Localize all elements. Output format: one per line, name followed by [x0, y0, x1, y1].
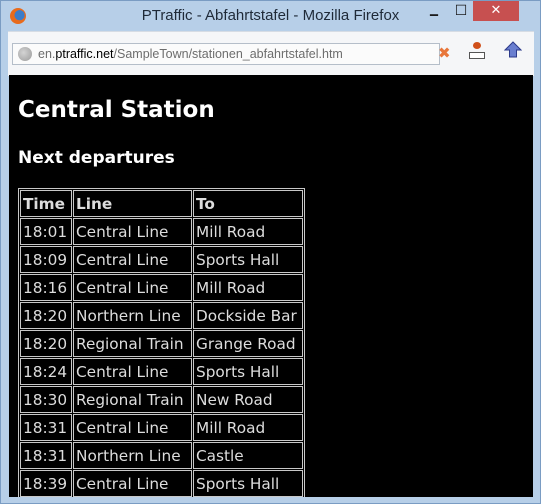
cell-time: 18:39 [20, 470, 72, 497]
table-row: 18:30 Regional Train New Road [20, 386, 303, 413]
cell-time: 18:01 [20, 218, 72, 245]
table-row: 18:39 Central Line Sports Hall [20, 470, 303, 497]
table-row: 18:09 Central Line Sports Hall [20, 246, 303, 273]
departures-table: Time Line To 18:01 Central Line Mill Road 1… [18, 188, 305, 497]
table-row: 18:20 Regional Train Grange Road [20, 330, 303, 357]
maximize-button[interactable]: ☐ [448, 3, 474, 23]
table-row: 18:01 Central Line Mill Road [20, 218, 303, 245]
table-header-row: Time Line To [20, 190, 303, 217]
url-path: /SampleTown/stationen_abfahrtstafel.htm [113, 47, 343, 61]
header-to: To [193, 190, 303, 217]
cell-destination: Grange Road [193, 330, 303, 357]
cell-destination: Mill Road [193, 414, 303, 441]
minimize-button[interactable]: ‒ [421, 7, 447, 27]
navigation-toolbar: en.ptraffic.net/SampleTown/stationen_abf… [8, 31, 534, 76]
cell-time: 18:16 [20, 274, 72, 301]
cell-line: Central Line [73, 218, 192, 245]
cell-line: Central Line [73, 358, 192, 385]
cell-line: Central Line [73, 414, 192, 441]
cell-destination: Sports Hall [193, 470, 303, 497]
stop-loading-icon[interactable]: ✖ [438, 44, 451, 62]
cell-line: Central Line [73, 246, 192, 273]
cell-destination: Mill Road [193, 274, 303, 301]
cell-destination: New Road [193, 386, 303, 413]
cell-time: 18:31 [20, 414, 72, 441]
cell-destination: Sports Hall [193, 358, 303, 385]
url-prefix: en. [38, 47, 56, 61]
section-title: Next departures [18, 148, 175, 168]
url-text[interactable]: en.ptraffic.net/SampleTown/stationen_abf… [38, 47, 343, 61]
cell-time: 18:31 [20, 442, 72, 469]
page-content: Central Station Next departures Time Lin… [9, 75, 533, 497]
cell-line: Regional Train [73, 386, 192, 413]
cell-line: Regional Train [73, 330, 192, 357]
table-row: 18:16 Central Line Mill Road [20, 274, 303, 301]
cell-destination: Castle [193, 442, 303, 469]
cell-destination: Dockside Bar [193, 302, 303, 329]
download-icon[interactable] [469, 42, 485, 60]
table-row: 18:20 Northern Line Dockside Bar [20, 302, 303, 329]
download-indicator [473, 42, 481, 49]
download-tray [469, 52, 485, 59]
cell-destination: Sports Hall [193, 246, 303, 273]
cell-time: 18:20 [20, 330, 72, 357]
table-row: 18:31 Central Line Mill Road [20, 414, 303, 441]
cell-line: Central Line [73, 470, 192, 497]
cell-time: 18:30 [20, 386, 72, 413]
title-bar[interactable]: PTraffic - Abfahrtstafel - Mozilla Firef… [1, 1, 540, 31]
cell-line: Northern Line [73, 442, 192, 469]
header-line: Line [73, 190, 192, 217]
page-title: Central Station [18, 97, 215, 123]
url-bar[interactable]: en.ptraffic.net/SampleTown/stationen_abf… [12, 43, 440, 65]
table-row: 18:24 Central Line Sports Hall [20, 358, 303, 385]
table-row: 18:31 Northern Line Castle [20, 442, 303, 469]
cell-destination: Mill Road [193, 218, 303, 245]
header-time: Time [20, 190, 72, 217]
cell-line: Northern Line [73, 302, 192, 329]
cell-time: 18:20 [20, 302, 72, 329]
cell-line: Central Line [73, 274, 192, 301]
browser-window: PTraffic - Abfahrtstafel - Mozilla Firef… [0, 0, 541, 504]
url-domain: ptraffic.net [55, 47, 114, 61]
cell-time: 18:09 [20, 246, 72, 273]
home-arrow-icon[interactable] [503, 41, 523, 59]
globe-icon [18, 47, 32, 61]
cell-time: 18:24 [20, 358, 72, 385]
close-window-button[interactable]: ✕ [473, 1, 519, 21]
